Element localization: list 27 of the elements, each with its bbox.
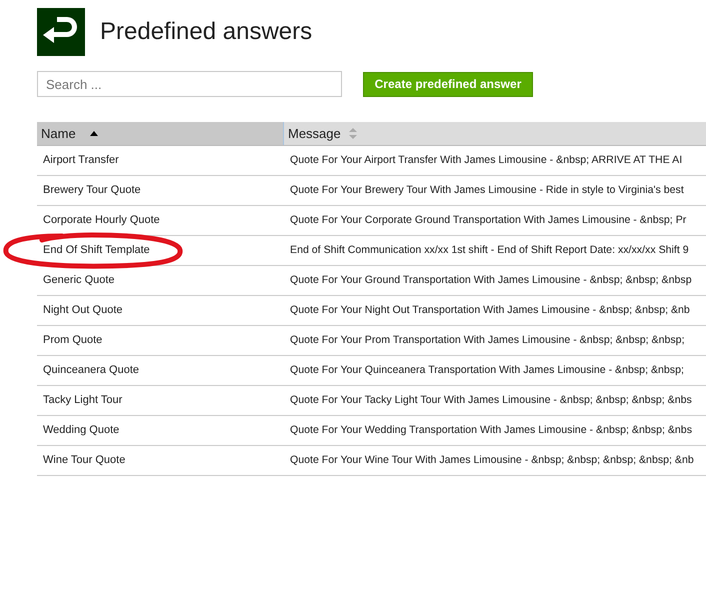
message-cell-text: Quote For Your Brewery Tour With James Limousine - Ride in style to Virginia's best [290,182,684,198]
message-cell-text: Quote For Your Ground Transportation With James Limousine - &nbsp; &nbsp; &nbsp [290,272,692,288]
search-field[interactable]: Search ... [37,71,342,97]
column-header[interactable]: Message [284,122,706,145]
name-cell-text: Tacky Light Tour [43,393,122,408]
message-cell-text: Quote For Your Corporate Ground Transportation With James Limousine - &nbsp; Pr [290,212,686,228]
message-cell-text: Quote For Your Wedding Transportation With James Limousine - &nbsp; &nbsp; &nbs [290,422,692,438]
name-cell-text: Corporate Hourly Quote [43,213,160,228]
message-cell-text: End of Shift Communication xx/xx 1st shift - End of Shift Report Date: xx/xx/xx Shift 9 [290,242,689,258]
message-cell-text: Quote For Your Tacky Light Tour With James Limousine - &nbsp; &nbsp; &nbsp; &nbs [290,392,692,408]
page-title: Predefined answers [100,20,312,44]
message-cell-text: Quote For Your Airport Transfer With James Limousine - &nbsp; ARRIVE AT THE AI [290,152,682,168]
name-cell-text: Wine Tour Quote [43,453,126,468]
name-cell-text: Airport Transfer [43,153,119,168]
name-cell-text: Night Out Quote [43,303,122,318]
name-cell-text: Quinceanera Quote [43,363,140,378]
name-cell-text: End Of Shift Template [43,243,150,258]
message-cell-text: Quote For Your Quinceanera Transportation With James Limousine - &nbsp; &nbsp; [290,362,684,378]
return-arrow-logo-icon [37,8,85,56]
name-cell-text: Brewery Tour Quote [43,183,141,198]
column-header[interactable]: Name [37,122,284,145]
message-cell-text: Quote For Your Night Out Transportation With James Limousine - &nbsp; &nbsp; &nb [290,302,690,318]
message-cell-text: Quote For Your Wine Tour With James Limousine - &nbsp; &nbsp; &nbsp; &nbsp; &nb [290,452,694,468]
name-cell-text: Prom Quote [43,333,102,348]
name-cell-text: Wedding Quote [43,423,120,438]
message-cell-text: Quote For Your Prom Transportation With James Limousine - &nbsp; &nbsp; &nbsp; [290,332,685,348]
name-cell-text: Generic Quote [43,273,115,288]
